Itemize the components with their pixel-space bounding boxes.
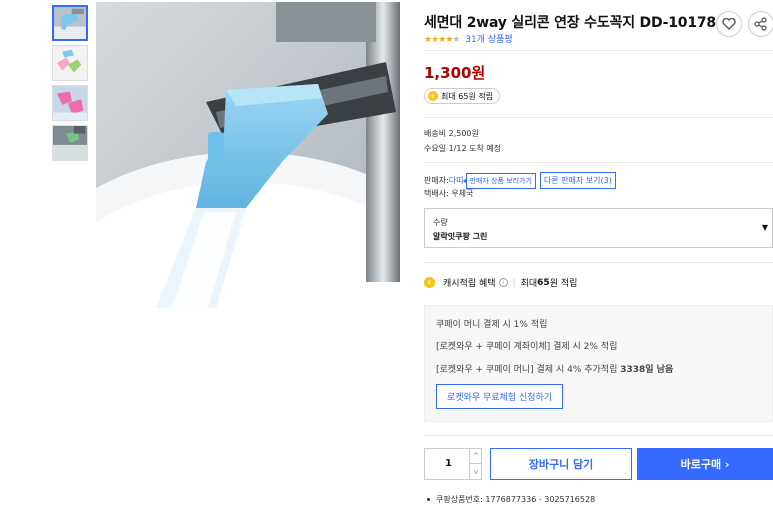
product-number: 쿠팡상품번호: 1776877336 - 3025716528	[424, 494, 595, 505]
divider	[424, 117, 773, 118]
option-value: 알락잇쿠팡 그린	[433, 232, 488, 241]
carrier: 택배사: 우체국	[424, 189, 474, 198]
seller-products-button[interactable]: 판매자 상품 보러가기	[462, 172, 536, 189]
quantity-stepper[interactable]: 1 ^ v	[424, 448, 482, 480]
cash-badge: c 최대 65원 적립	[424, 88, 501, 104]
benefit-line-3-text: [로켓와우 + 쿠페이 머니] 결제 시 4% 추가적립	[436, 365, 621, 375]
coin-icon: c	[428, 91, 438, 101]
coin-icon: c	[424, 277, 435, 288]
info-icon[interactable]: i	[498, 278, 508, 287]
seller-name-link[interactable]: 다띠	[449, 175, 464, 186]
rocket-wow-trial-button[interactable]: 로켓와우 무료체험 신청하기	[436, 384, 564, 409]
cash-badge-label: 최대 65원 적립	[441, 91, 494, 101]
thumbnail-2[interactable]	[52, 45, 88, 81]
thumbnail-1[interactable]	[52, 5, 88, 41]
product-main-image	[96, 2, 400, 308]
thumbnail-list	[52, 5, 88, 165]
thumbnail-3[interactable]	[52, 85, 88, 121]
price: 1,300원	[424, 64, 486, 82]
seller-row: 판매자: 다띠 판매자 상품 보러가기 다른 판매자 보기(3)	[424, 172, 616, 189]
divider	[424, 162, 773, 163]
quantity-down-button[interactable]: v	[469, 464, 482, 479]
seller-label: 판매자:	[424, 176, 449, 185]
product-title: 세면대 2way 실리콘 연장 수도꼭지 DD-10178	[424, 15, 716, 31]
quantity-value[interactable]: 1	[445, 458, 452, 469]
star-icon: ★★★★★	[424, 35, 460, 45]
option-label: 수량	[433, 218, 448, 227]
quantity-up-button[interactable]: ^	[469, 449, 482, 464]
caret-down-icon: ▼	[761, 223, 768, 232]
divider	[424, 50, 773, 51]
bullet	[427, 498, 430, 501]
option-select[interactable]: 수량 알락잇쿠팡 그린 ▼	[424, 208, 773, 248]
review-count-link[interactable]: 31개 상품평	[465, 35, 512, 45]
cash-benefit-row: c 캐시적립 혜택 i | 최대 65 원 적립	[424, 276, 577, 289]
benefit-line-1: 쿠페이 머니 결제 시 1% 적립	[436, 320, 548, 330]
benefit-box: 쿠페이 머니 결제 시 1% 적립 [로켓와우 + 쿠페이 계좌이체] 결제 시…	[424, 305, 773, 422]
cash-benefit-label: 캐시적립 혜택	[443, 279, 496, 289]
thumbnail-4[interactable]	[52, 125, 88, 161]
add-to-cart-button[interactable]: 장바구니 담기	[490, 448, 632, 480]
benefit-line-3: [로켓와우 + 쿠페이 머니] 결제 시 4% 추가적립 3338일 남음	[436, 362, 673, 375]
other-sellers-button[interactable]: 다른 판매자 보기(3)	[539, 172, 616, 189]
divider	[424, 435, 773, 436]
divider	[424, 262, 773, 263]
wishlist-button[interactable]	[716, 11, 742, 37]
shipping-fee: 배송비 2,500원	[424, 129, 479, 138]
share-icon	[754, 17, 767, 31]
benefit-line-2: [로켓와우 + 쿠페이 계좌이체] 결제 시 2% 적립	[436, 342, 618, 352]
cash-benefit-prefix: 최대	[520, 279, 538, 289]
separator: |	[512, 277, 516, 288]
days-remaining: 3338일 남음	[620, 365, 674, 375]
product-number-text: 쿠팡상품번호: 1776877336 - 3025716528	[436, 495, 596, 504]
arrival-date: 수요일 1/12 도착 예정	[424, 144, 502, 153]
cash-benefit-amount: 65	[537, 277, 550, 288]
share-button[interactable]	[748, 11, 773, 37]
cash-benefit-suffix: 원 적립	[549, 279, 578, 289]
buy-now-button[interactable]: 바로구매 ›	[637, 448, 773, 480]
rating: ★★★★★ 31개 상품평	[424, 32, 513, 45]
heart-icon	[722, 18, 736, 30]
